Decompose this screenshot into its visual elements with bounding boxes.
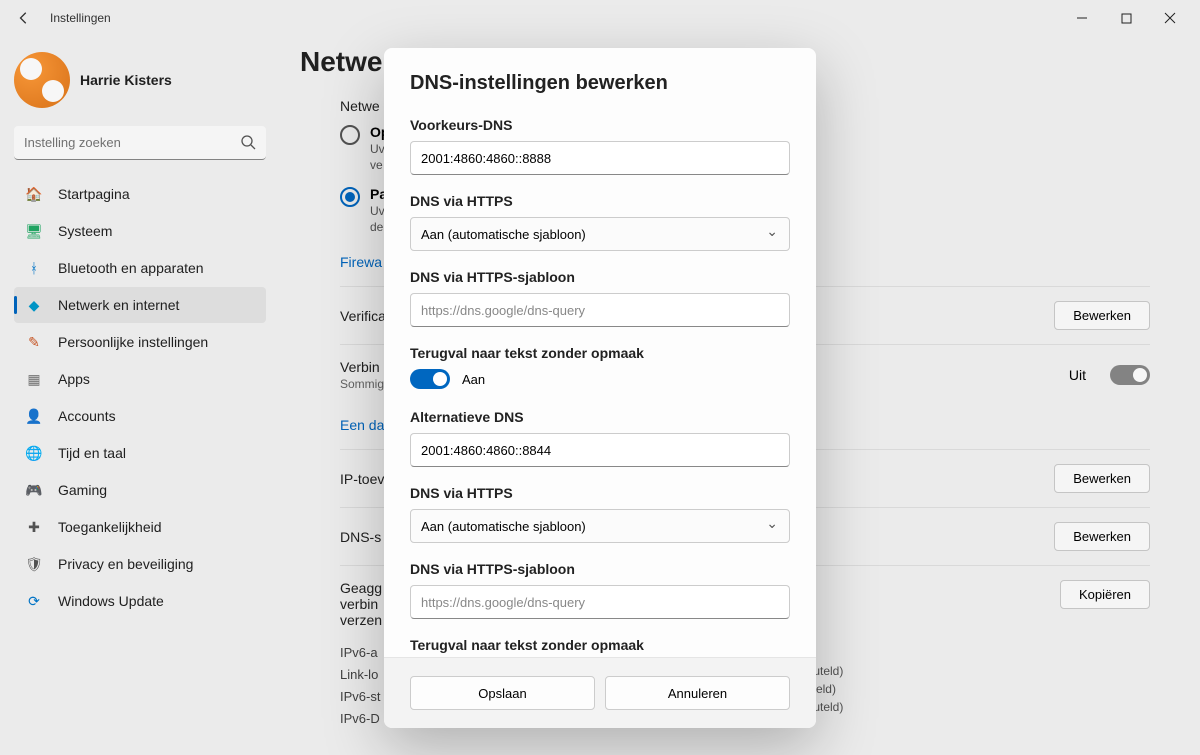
field-label: DNS via HTTPS — [410, 485, 790, 501]
modal-overlay: DNS-instellingen bewerken Voorkeurs-DNS … — [0, 0, 1200, 755]
preferred-fallback-toggle[interactable] — [410, 369, 450, 389]
field-label: DNS via HTTPS-sjabloon — [410, 269, 790, 285]
preferred-dns-input[interactable] — [410, 141, 790, 175]
alternate-dns-input[interactable] — [410, 433, 790, 467]
preferred-doh-select[interactable]: Aan (automatische sjabloon) — [410, 217, 790, 251]
dialog-title: DNS-instellingen bewerken — [410, 72, 790, 95]
preferred-template-input[interactable] — [410, 293, 790, 327]
field-label: Terugval naar tekst zonder opmaak — [410, 637, 790, 653]
field-label: Voorkeurs-DNS — [410, 117, 790, 133]
field-label: Terugval naar tekst zonder opmaak — [410, 345, 790, 361]
alternate-template-input[interactable] — [410, 585, 790, 619]
alternate-doh-select[interactable]: Aan (automatische sjabloon) — [410, 509, 790, 543]
field-label: Alternatieve DNS — [410, 409, 790, 425]
field-label: DNS via HTTPS — [410, 193, 790, 209]
save-button[interactable]: Opslaan — [410, 676, 595, 710]
dns-settings-dialog: DNS-instellingen bewerken Voorkeurs-DNS … — [384, 48, 816, 728]
cancel-button[interactable]: Annuleren — [605, 676, 790, 710]
toggle-state: Aan — [462, 372, 485, 387]
field-label: DNS via HTTPS-sjabloon — [410, 561, 790, 577]
